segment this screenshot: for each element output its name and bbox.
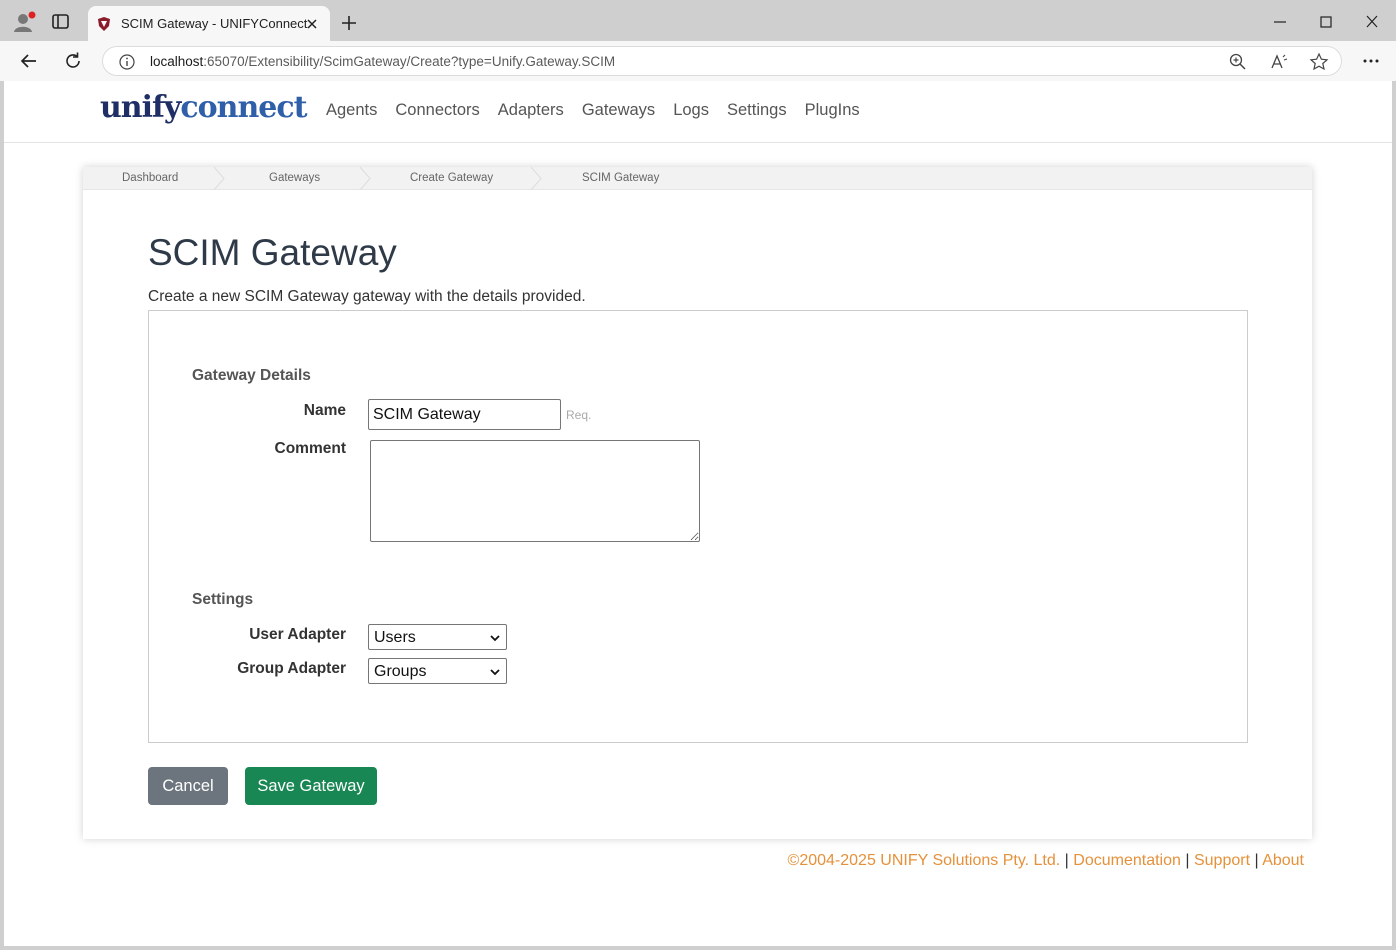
read-aloud-icon[interactable] (1269, 52, 1289, 72)
save-gateway-button[interactable]: Save Gateway (245, 767, 377, 805)
info-icon[interactable] (118, 53, 136, 71)
comment-label: Comment (274, 440, 346, 457)
top-navbar: unifyconnect Agents Connectors Adapters … (4, 81, 1392, 143)
breadcrumb-separator (213, 167, 225, 190)
group-adapter-select[interactable]: Groups (368, 658, 507, 684)
more-icon[interactable] (1360, 50, 1382, 72)
breadcrumb-separator (359, 167, 371, 190)
brand-logo-part2: connect (180, 90, 307, 125)
footer-separator: | (1185, 852, 1190, 869)
minimize-icon[interactable] (1268, 10, 1292, 34)
section-gateway-details: Gateway Details (192, 367, 311, 384)
user-adapter-label: User Adapter (249, 626, 346, 643)
footer: ©2004-2025 UNIFY Solutions Pty. Ltd. | D… (788, 852, 1304, 870)
name-input[interactable] (368, 399, 561, 430)
url-text: localhost:65070/Extensibility/ScimGatewa… (150, 54, 615, 69)
new-tab-icon[interactable] (338, 12, 360, 34)
required-hint: Req. (566, 408, 592, 422)
page-title: SCIM Gateway (148, 232, 397, 273)
brand-logo[interactable]: unifyconnect (100, 90, 307, 125)
favicon (96, 16, 112, 32)
user-adapter-select[interactable]: Users (368, 624, 507, 650)
breadcrumb-separator (530, 167, 542, 190)
breadcrumb-gateways[interactable]: Gateways (269, 172, 320, 184)
nav-gateways[interactable]: Gateways (582, 101, 655, 120)
zoom-icon[interactable] (1228, 52, 1248, 72)
chevron-down-icon (490, 669, 500, 676)
profile-icon[interactable] (12, 10, 36, 34)
footer-separator: | (1064, 852, 1069, 869)
favorite-icon[interactable] (1309, 52, 1329, 72)
cancel-button[interactable]: Cancel (148, 767, 228, 805)
main-menu: Agents Connectors Adapters Gateways Logs… (326, 101, 860, 120)
footer-about-link[interactable]: About (1262, 852, 1304, 869)
section-settings: Settings (192, 591, 254, 608)
tabs-icon[interactable] (50, 12, 72, 32)
comment-textarea[interactable] (370, 440, 700, 542)
close-icon[interactable] (303, 15, 321, 33)
nav-logs[interactable]: Logs (673, 101, 709, 120)
group-adapter-label: Group Adapter (237, 660, 346, 677)
url-field[interactable]: localhost:65070/Extensibility/ScimGatewa… (102, 46, 1342, 76)
tab-active[interactable]: SCIM Gateway - UNIFYConnect (88, 6, 330, 42)
breadcrumb-create-gateway[interactable]: Create Gateway (410, 172, 493, 184)
footer-support-link[interactable]: Support (1194, 852, 1250, 869)
brand-logo-part1: unify (100, 90, 181, 125)
page-description: Create a new SCIM Gateway gateway with t… (148, 288, 586, 305)
maximize-icon[interactable] (1314, 10, 1338, 34)
footer-separator: | (1254, 852, 1259, 869)
nav-connectors[interactable]: Connectors (395, 101, 479, 120)
user-adapter-value: Users (374, 629, 416, 646)
nav-agents[interactable]: Agents (326, 101, 377, 120)
name-label: Name (303, 402, 346, 419)
breadcrumb: Dashboard Gateways Create Gateway SCIM G… (83, 167, 1312, 190)
nav-adapters[interactable]: Adapters (498, 101, 564, 120)
chevron-down-icon (490, 635, 500, 642)
gateway-form: Gateway Details Name Req. Comment Settin… (148, 310, 1248, 743)
nav-plugins[interactable]: PlugIns (805, 101, 860, 120)
refresh-icon[interactable] (62, 50, 84, 72)
tab-strip: SCIM Gateway - UNIFYConnect (0, 0, 1396, 42)
tab-title: SCIM Gateway - UNIFYConnect (121, 16, 308, 31)
address-bar: localhost:65070/Extensibility/ScimGatewa… (0, 41, 1396, 81)
footer-copyright: ©2004-2025 UNIFY Solutions Pty. Ltd. (787, 852, 1061, 869)
url-host: localhost (150, 54, 204, 69)
breadcrumb-current: SCIM Gateway (582, 172, 660, 184)
content-card: Dashboard Gateways Create Gateway SCIM G… (83, 167, 1312, 839)
url-path: :65070/Extensibility/ScimGateway/Create?… (203, 54, 616, 69)
page-viewport: unifyconnect Agents Connectors Adapters … (4, 81, 1392, 946)
back-icon[interactable] (18, 50, 40, 72)
footer-documentation-link[interactable]: Documentation (1073, 852, 1181, 869)
group-adapter-value: Groups (374, 663, 427, 680)
breadcrumb-dashboard[interactable]: Dashboard (122, 172, 178, 184)
window-close-icon[interactable] (1360, 10, 1384, 34)
nav-settings[interactable]: Settings (727, 101, 787, 120)
